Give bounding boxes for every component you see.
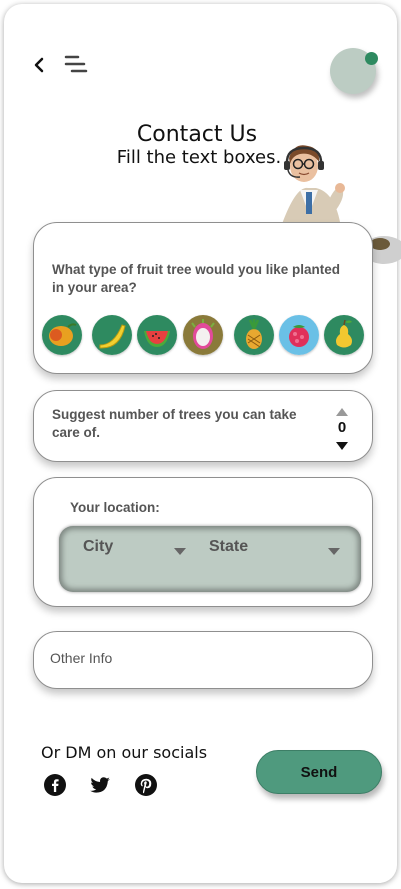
tree-count-stepper[interactable]: 0 — [330, 401, 354, 453]
location-select-group: City State — [59, 526, 361, 592]
tree-count-value: 0 — [337, 419, 347, 436]
mango-icon — [42, 315, 82, 355]
tree-count-question: Suggest number of trees you can take car… — [52, 407, 297, 440]
caret-down-icon — [174, 548, 186, 555]
caret-down-icon — [328, 548, 340, 555]
watermelon-icon — [137, 315, 177, 355]
fruit-options — [40, 315, 370, 357]
status-dot — [365, 52, 378, 65]
state-select[interactable]: State — [209, 538, 341, 562]
raspberry-icon — [279, 315, 319, 355]
city-select[interactable]: City — [83, 538, 187, 562]
other-info-card — [33, 631, 373, 689]
page-subtitle: Fill the text boxes. — [116, 147, 282, 168]
menu-button[interactable] — [64, 54, 90, 76]
fruit-option-raspberry[interactable] — [279, 315, 319, 355]
menu-icon — [64, 55, 88, 73]
pinterest-icon — [135, 774, 157, 796]
location-label: Your location: — [70, 500, 160, 515]
app-screen: Contact Us Fill the text boxes. What typ… — [4, 4, 401, 883]
other-info-input[interactable] — [50, 650, 350, 666]
twitter-icon — [90, 777, 110, 793]
fruit-tree-card: What type of fruit tree would you like p… — [33, 222, 373, 374]
facebook-icon — [44, 774, 66, 796]
triangle-up-icon[interactable] — [334, 406, 350, 418]
send-button[interactable]: Send — [256, 750, 382, 794]
socials-text: Or DM on our socials — [41, 743, 208, 762]
dragon-fruit-icon — [183, 315, 223, 355]
triangle-down-icon[interactable] — [334, 440, 350, 452]
city-select-value: City — [83, 538, 114, 555]
fruit-option-banana[interactable] — [92, 315, 132, 355]
fruit-question: What type of fruit tree would you like p… — [52, 262, 341, 295]
page-title: Contact Us — [136, 122, 258, 147]
pineapple-icon — [234, 315, 274, 355]
chevron-left-icon — [34, 57, 44, 73]
fruit-option-pineapple[interactable] — [234, 315, 274, 355]
pinterest-link[interactable] — [135, 774, 157, 796]
state-select-value: State — [209, 538, 249, 555]
fruit-option-dragon-fruit[interactable] — [183, 315, 223, 355]
facebook-link[interactable] — [44, 774, 66, 796]
fruit-option-watermelon[interactable] — [137, 315, 177, 355]
pear-icon — [324, 315, 364, 355]
banana-icon — [92, 315, 132, 355]
fruit-option-mango[interactable] — [42, 315, 82, 355]
back-button[interactable] — [32, 54, 50, 76]
tree-count-card: Suggest number of trees you can take car… — [33, 390, 373, 462]
fruit-option-pear[interactable] — [324, 315, 364, 355]
twitter-link[interactable] — [89, 774, 111, 796]
profile-avatar-button[interactable] — [330, 48, 378, 94]
location-card: Your location: City State — [33, 477, 373, 607]
